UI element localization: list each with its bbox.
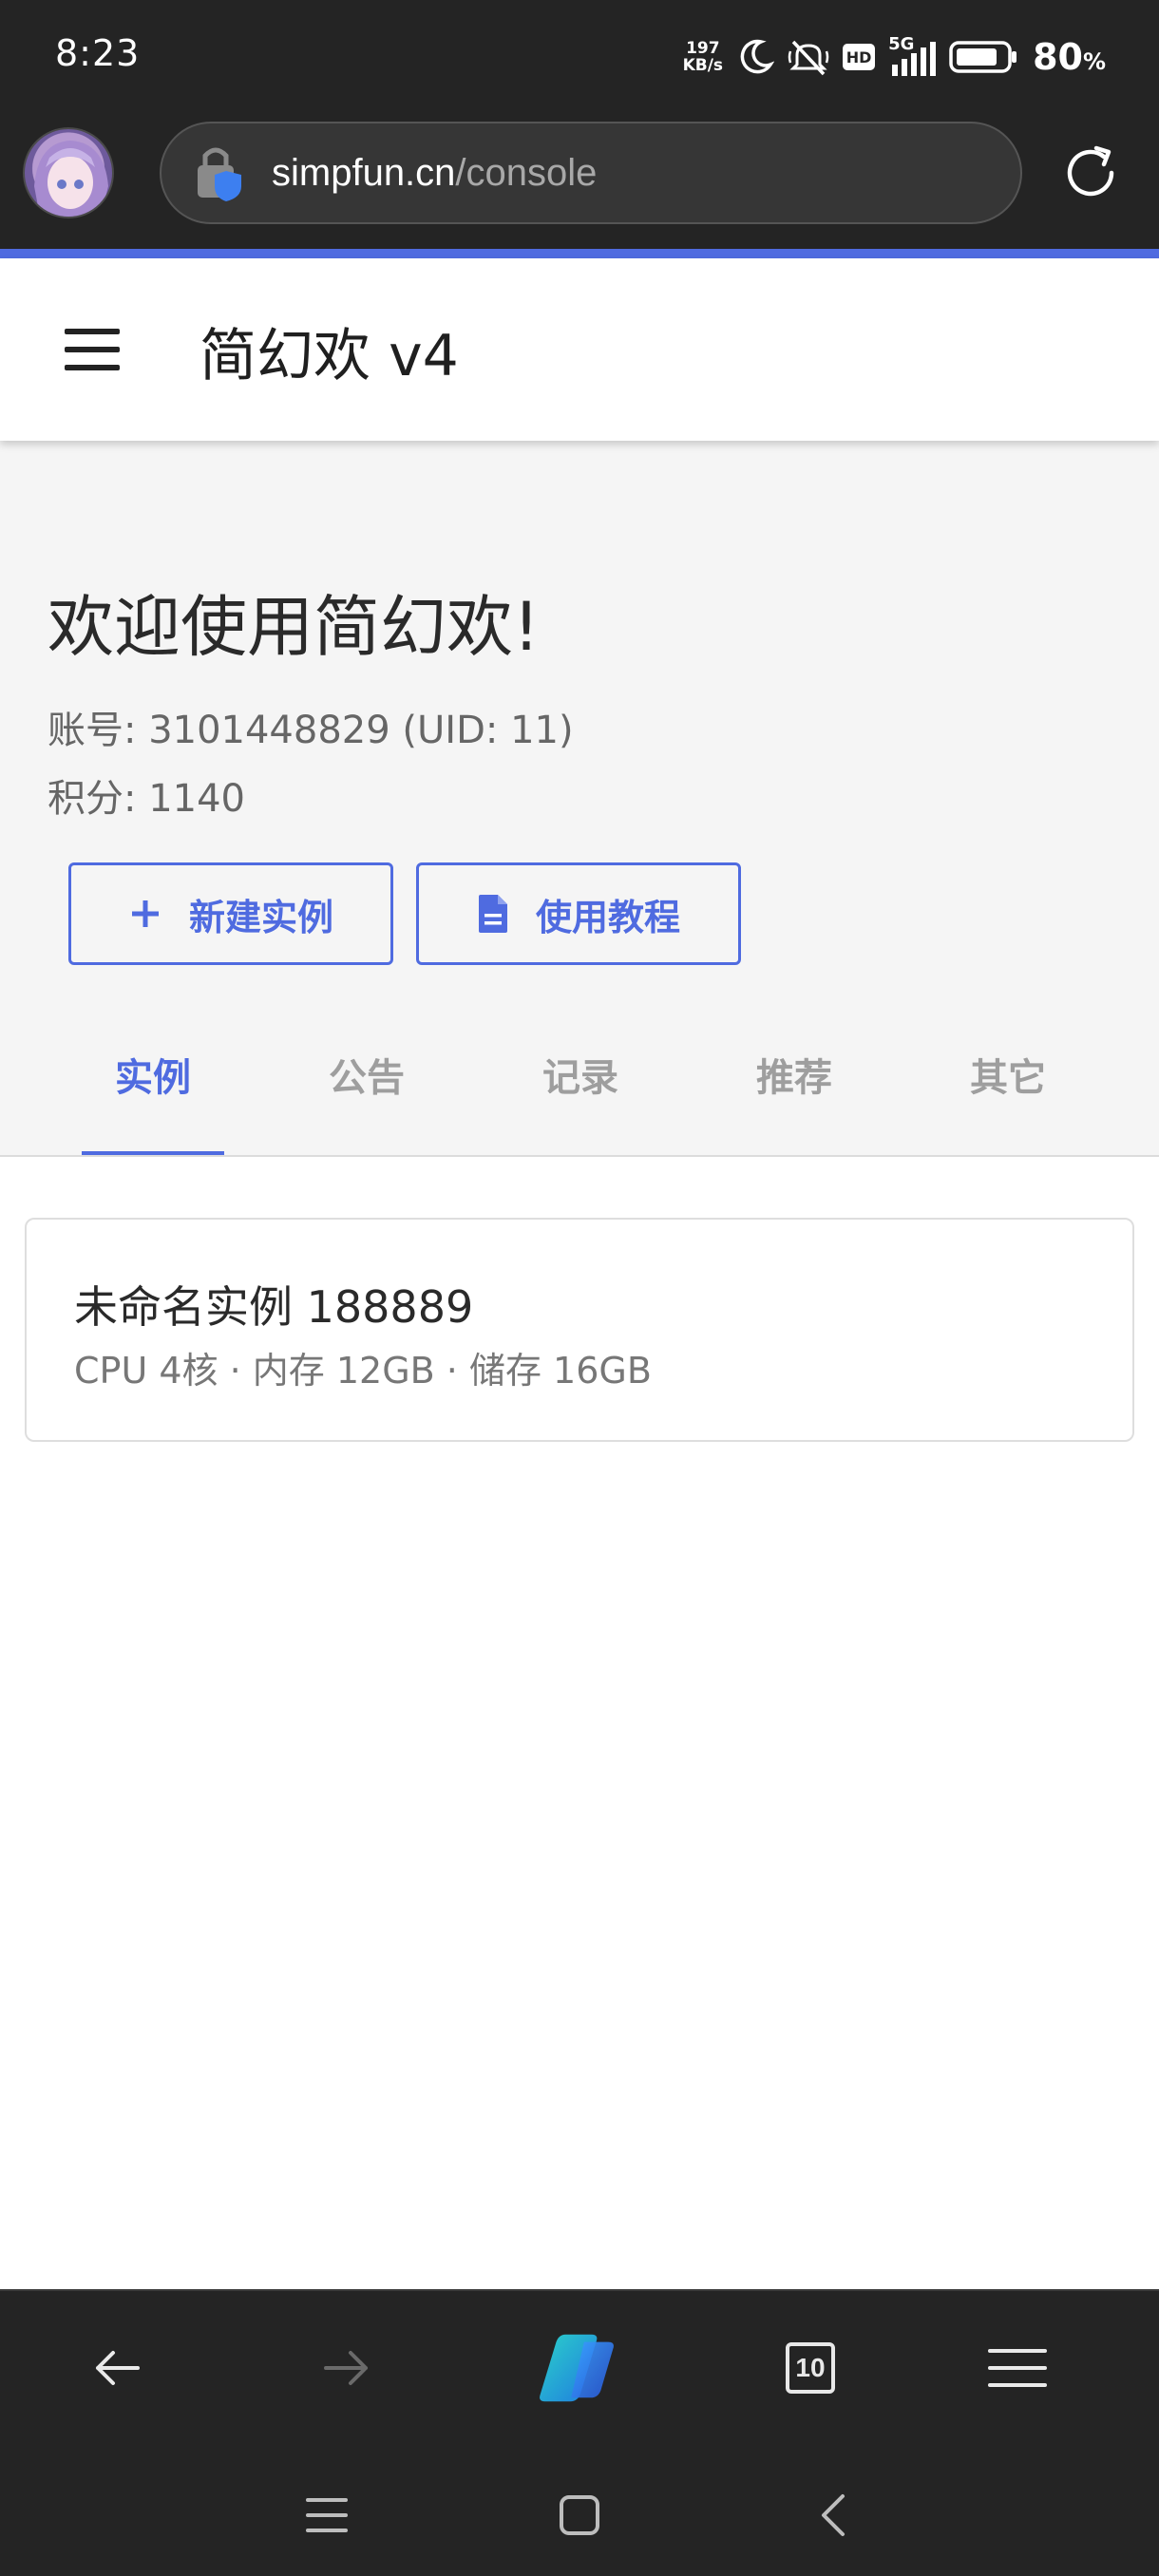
profile-avatar[interactable] xyxy=(23,127,114,218)
tutorial-label: 使用教程 xyxy=(535,896,680,938)
tab-announcements[interactable]: 公告 xyxy=(295,1011,438,1157)
hd-label: HD xyxy=(846,47,872,66)
recent-apps-icon xyxy=(306,2498,348,2532)
system-navigation-bar xyxy=(0,2443,1159,2576)
signal-icon: 5G xyxy=(888,34,937,76)
tab-recommended[interactable]: 推荐 xyxy=(723,1011,865,1157)
instance-card[interactable]: 未命名实例 188889 CPU 4核 · 内存 12GB · 储存 16GB xyxy=(25,1218,1134,1442)
account-info: 账号: 3101448829 (UID: 11) xyxy=(48,709,574,752)
tab-records[interactable]: 记录 xyxy=(509,1011,652,1157)
url-domain: simpfun.cn xyxy=(272,151,456,194)
battery-unit: % xyxy=(1082,48,1106,75)
forward-button[interactable] xyxy=(304,2325,390,2411)
network-speed-value: 197 xyxy=(686,39,720,58)
battery-icon xyxy=(949,41,1017,73)
reload-icon[interactable] xyxy=(1056,139,1125,207)
new-instance-label: 新建实例 xyxy=(188,896,333,938)
browser-menu-button[interactable] xyxy=(975,2325,1060,2411)
copilot-icon xyxy=(540,2334,614,2402)
tab-count-icon: 10 xyxy=(786,2342,835,2394)
copilot-button[interactable] xyxy=(534,2325,619,2411)
moon-icon xyxy=(740,39,775,74)
recent-apps-button[interactable] xyxy=(289,2477,365,2553)
back-button[interactable] xyxy=(74,2325,160,2411)
welcome-title: 欢迎使用简幻欢! xyxy=(48,588,541,666)
tab-count: 10 xyxy=(795,2353,826,2382)
home-square-icon xyxy=(560,2495,599,2535)
site-security-icon[interactable] xyxy=(194,142,247,203)
system-back-button[interactable] xyxy=(794,2477,870,2553)
hamburger-menu-icon xyxy=(988,2349,1047,2387)
points-info: 积分: 1140 xyxy=(48,777,245,821)
tutorial-button[interactable]: 使用教程 xyxy=(416,862,741,965)
status-icons: 197 KB/s HD 5G 80% xyxy=(683,28,1106,85)
battery-value: 80 xyxy=(1033,36,1083,78)
address-bar[interactable]: simpfun.cn/console xyxy=(160,122,1022,224)
tabs-divider xyxy=(0,1155,1159,1157)
menu-button[interactable] xyxy=(65,329,120,370)
browser-bottom-nav: 10 xyxy=(0,2289,1159,2443)
url-text[interactable]: simpfun.cn/console xyxy=(272,152,597,195)
console-tabs: 实例 公告 记录 推荐 其它 xyxy=(0,1011,1159,1157)
document-icon xyxy=(478,895,507,933)
battery-percent: 80% xyxy=(1033,36,1106,78)
mute-icon xyxy=(788,40,829,76)
menu-line xyxy=(65,329,120,334)
tab-instances[interactable]: 实例 xyxy=(82,1011,224,1157)
network-type: 5G xyxy=(888,34,915,54)
arrow-left-icon xyxy=(96,2351,140,2385)
tab-other[interactable]: 其它 xyxy=(937,1011,1079,1157)
arrow-right-icon xyxy=(324,2351,368,2385)
app-header: 简幻欢 v4 xyxy=(0,258,1159,441)
app-title: 简幻欢 v4 xyxy=(200,323,459,389)
page-load-indicator xyxy=(0,249,1159,258)
instance-specs: CPU 4核 · 内存 12GB · 储存 16GB xyxy=(74,1350,652,1392)
plus-icon xyxy=(131,900,159,927)
instance-name: 未命名实例 188889 xyxy=(74,1281,474,1333)
tabs-button[interactable]: 10 xyxy=(768,2325,853,2411)
network-speed: 197 KB/s xyxy=(683,40,723,74)
home-button[interactable] xyxy=(542,2477,618,2553)
menu-line xyxy=(65,347,120,352)
hd-icon: HD xyxy=(843,44,876,70)
menu-line xyxy=(65,365,120,370)
dashboard-summary: 欢迎使用简幻欢! 账号: 3101448829 (UID: 11) 积分: 11… xyxy=(0,441,1159,1157)
status-bar: 8:23 197 KB/s HD 5G 80% xyxy=(0,0,1159,118)
avatar-illustration-icon xyxy=(34,141,108,217)
status-time: 8:23 xyxy=(55,32,141,74)
browser-toolbar: simpfun.cn/console xyxy=(0,118,1159,251)
url-path: /console xyxy=(455,151,598,194)
network-speed-unit: KB/s xyxy=(682,56,724,75)
new-instance-button[interactable]: 新建实例 xyxy=(68,862,393,965)
chevron-left-icon xyxy=(822,2494,845,2536)
